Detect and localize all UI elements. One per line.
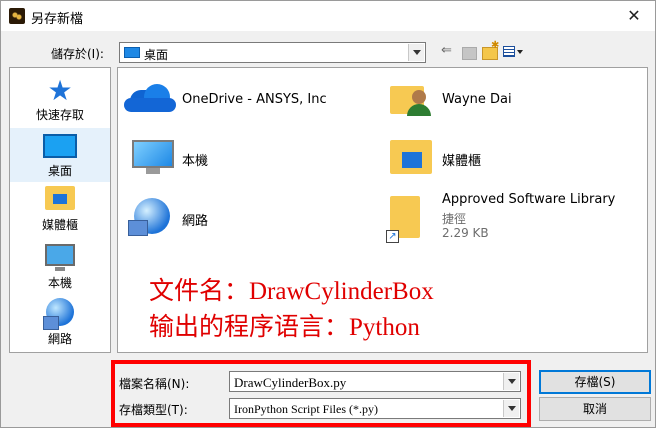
libraries-icon bbox=[390, 140, 432, 174]
network-icon bbox=[128, 198, 172, 238]
item-label: 媒體櫃 bbox=[442, 154, 482, 169]
place-this-pc[interactable]: 本機 bbox=[10, 244, 110, 294]
chevron-down-icon[interactable] bbox=[408, 44, 424, 61]
place-label: 媒體櫃 bbox=[41, 218, 78, 232]
place-quick-access[interactable]: ★ 快速存取 bbox=[10, 76, 110, 126]
libraries-icon bbox=[45, 186, 75, 210]
this-pc-icon bbox=[45, 244, 75, 271]
item-label: Wayne Dai bbox=[442, 92, 512, 107]
file-type-value: IronPython Script Files (*.py) bbox=[234, 402, 378, 416]
save-as-dialog: 另存新檔 ✕ 儲存於(I): 桌面 ⇐ ★ 快速存取 桌面 媒體櫃 本機 bbox=[0, 0, 656, 428]
place-label: 快速存取 bbox=[35, 108, 84, 122]
back-arrow-icon[interactable]: ⇐ bbox=[441, 43, 452, 61]
place-libraries[interactable]: 媒體櫃 bbox=[10, 186, 110, 238]
shortcut-folder-icon: ↗ bbox=[386, 196, 426, 244]
item-label: 網路 bbox=[182, 214, 209, 229]
file-type-label: 存檔類型(T): bbox=[119, 403, 188, 417]
item-label: OneDrive - ANSYS, Inc bbox=[182, 92, 327, 107]
cancel-button[interactable]: 取消 bbox=[539, 397, 651, 421]
place-network[interactable]: 網路 bbox=[10, 298, 110, 350]
desktop-icon bbox=[43, 134, 77, 158]
place-label: 本機 bbox=[47, 276, 72, 290]
save-button[interactable]: 存檔(S) bbox=[539, 370, 651, 394]
this-pc-icon bbox=[132, 140, 174, 174]
file-name-label: 檔案名稱(N): bbox=[119, 377, 190, 391]
annotation-language: 输出的程序语言：Python bbox=[149, 314, 420, 341]
title-bar: 另存新檔 ✕ bbox=[1, 1, 655, 31]
new-folder-icon[interactable] bbox=[482, 40, 499, 60]
onedrive-cloud-icon bbox=[124, 84, 176, 112]
network-icon bbox=[43, 298, 74, 330]
places-bar: ★ 快速存取 桌面 媒體櫃 本機 網路 bbox=[9, 67, 111, 353]
view-grid-icon bbox=[503, 46, 515, 57]
up-folder-icon[interactable] bbox=[462, 47, 477, 60]
chevron-down-icon[interactable] bbox=[503, 400, 519, 417]
view-menu-icon[interactable] bbox=[503, 46, 523, 58]
app-icon bbox=[9, 8, 25, 24]
item-label: 本機 bbox=[182, 154, 209, 169]
place-label: 網路 bbox=[47, 332, 72, 346]
dialog-title: 另存新檔 bbox=[31, 12, 84, 27]
view-chevron-icon bbox=[517, 50, 523, 54]
item-size: 2.29 KB bbox=[442, 226, 489, 240]
save-in-dropdown[interactable]: 桌面 bbox=[119, 42, 426, 63]
item-label: Approved Software Library bbox=[442, 192, 616, 207]
user-folder-icon bbox=[390, 78, 432, 116]
annotation-filename: 文件名：DrawCylinderBox bbox=[149, 278, 434, 305]
place-label: 桌面 bbox=[47, 164, 72, 178]
file-name-input[interactable]: DrawCylinderBox.py bbox=[229, 371, 521, 392]
quick-access-star-icon: ★ bbox=[47, 74, 73, 107]
place-desktop[interactable]: 桌面 bbox=[10, 128, 110, 182]
close-icon[interactable]: ✕ bbox=[623, 5, 645, 27]
save-in-value: 桌面 bbox=[144, 48, 169, 62]
item-type: 捷徑 bbox=[442, 212, 467, 226]
chevron-down-icon[interactable] bbox=[503, 373, 519, 390]
save-in-label: 儲存於(I): bbox=[51, 47, 104, 61]
file-type-dropdown[interactable]: IronPython Script Files (*.py) bbox=[229, 398, 521, 419]
file-name-value: DrawCylinderBox.py bbox=[234, 375, 347, 390]
desktop-folder-icon bbox=[124, 47, 140, 58]
